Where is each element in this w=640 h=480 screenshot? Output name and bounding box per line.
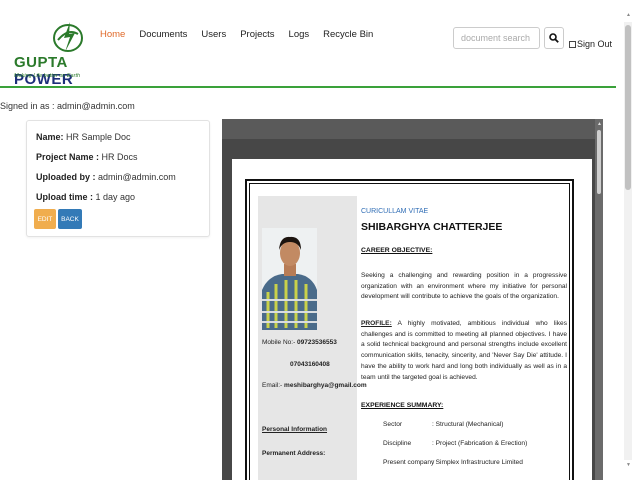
sign-out-label: Sign Out: [577, 39, 613, 49]
nav-home[interactable]: Home: [100, 29, 125, 40]
nav-users[interactable]: Users: [201, 29, 226, 40]
sign-out-icon: [569, 41, 576, 48]
cv-personal-info-heading: Personal Information: [262, 426, 328, 433]
back-button[interactable]: BACK: [58, 209, 82, 229]
signed-in-text: Signed in as : admin@admin.com: [0, 101, 135, 111]
viewer-toolbar: [222, 119, 603, 139]
nav-logs[interactable]: Logs: [289, 29, 310, 40]
nav-projects[interactable]: Projects: [240, 29, 274, 40]
cv-experience-heading: EXPERIENCE SUMMARY:: [361, 402, 444, 409]
cv-exp-value: : Project (Fabrication & Erection): [432, 440, 528, 447]
cv-exp-value: : Simplex Infrastructure Limited: [432, 459, 523, 466]
edit-button[interactable]: EDIT: [34, 209, 56, 229]
cv-career-text: Seeking a challenging and rewarding posi…: [361, 272, 567, 301]
cv-title: CURICULLAM VITAE: [361, 208, 429, 215]
scroll-up-icon[interactable]: ▲: [626, 12, 631, 18]
cv-name: SHIBARGHYA CHATTERJEE: [361, 221, 503, 233]
scroll-down-icon[interactable]: ▼: [626, 462, 631, 468]
page-scrollbar[interactable]: ▲ ▼: [616, 0, 640, 480]
doc-upload-time-row: Upload time : 1 day ago: [36, 192, 136, 202]
cv-permanent-address-label: Permanent Address:: [262, 450, 326, 457]
brand-tagline: Making Life better on Earth: [14, 73, 81, 79]
cv-exp-key: Present company: [383, 459, 435, 466]
cv-mobile-1: Mobile No:- 09723536553: [262, 339, 337, 346]
doc-project-row: Project Name : HR Docs: [36, 152, 138, 162]
cv-mobile-2: 07043160408: [290, 361, 330, 368]
brand-name: GUPTA POWER: [14, 54, 74, 88]
nav-documents[interactable]: Documents: [139, 29, 187, 40]
page: GUPTA POWER Making Life better on Earth …: [0, 0, 640, 480]
cv-exp-value: : Structural (Mechanical): [432, 421, 504, 428]
viewer-scroll-up-icon[interactable]: ▲: [597, 121, 602, 127]
cv-exp-key: Discipline: [383, 440, 412, 447]
cv-career-heading: CAREER OBJECTIVE:: [361, 247, 433, 254]
main-nav: Home Documents Users Projects Logs Recyc…: [100, 29, 387, 40]
cv-profile-text: PROFILE: A highly motivated, ambitious i…: [361, 320, 567, 381]
header-divider: [0, 86, 616, 88]
profile-photo: [262, 228, 317, 330]
logo-globe-icon: [53, 22, 83, 52]
search-icon: [549, 33, 559, 43]
cv-email: Email:- meshibarghya@gmail.com: [262, 382, 367, 389]
nav-recycle-bin[interactable]: Recycle Bin: [323, 29, 373, 40]
page-scroll-thumb[interactable]: [625, 25, 631, 190]
sign-out-link[interactable]: Sign Out: [569, 39, 612, 49]
document-info-card: Name: HR Sample Doc Project Name : HR Do…: [26, 120, 210, 237]
doc-name-row: Name: HR Sample Doc: [36, 132, 131, 142]
search-button[interactable]: [544, 27, 564, 49]
viewer-scroll-thumb[interactable]: [597, 130, 601, 194]
cv-exp-key: Sector: [383, 421, 403, 428]
search-input[interactable]: [453, 27, 540, 49]
header: GUPTA POWER Making Life better on Earth …: [0, 0, 616, 88]
doc-uploader-row: Uploaded by : admin@admin.com: [36, 172, 176, 182]
